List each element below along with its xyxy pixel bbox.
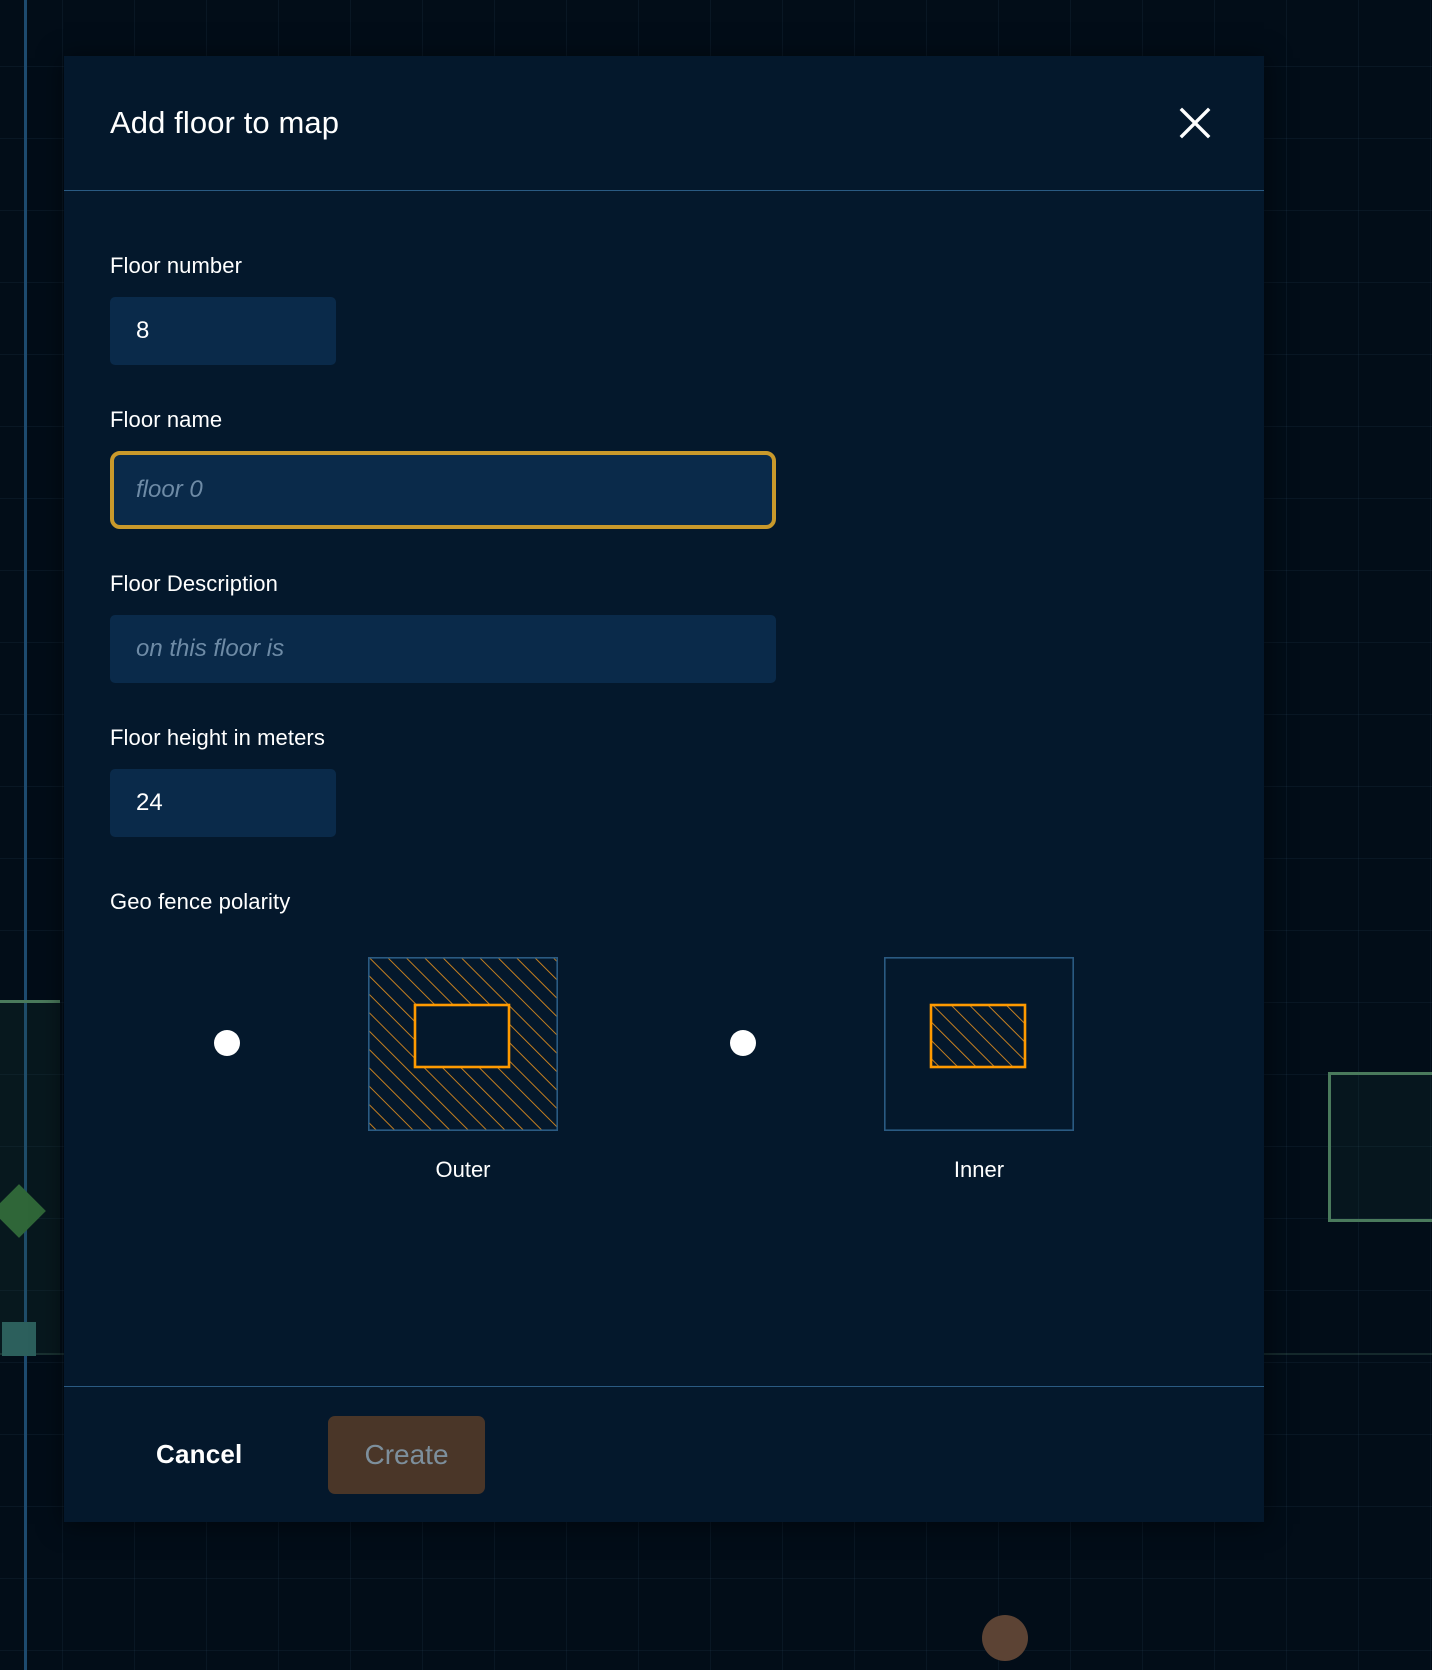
- create-button[interactable]: Create: [328, 1415, 485, 1494]
- floor-name-label: Floor name: [110, 407, 223, 432]
- map-circle-marker[interactable]: [982, 1615, 1028, 1661]
- geo-option-outer[interactable]: Outer: [214, 957, 558, 1183]
- close-icon[interactable]: [1172, 100, 1218, 146]
- dialog-title: Add floor to map: [110, 105, 340, 140]
- map-square-marker[interactable]: [2, 1322, 36, 1356]
- floor-height-input[interactable]: [110, 769, 336, 837]
- geo-caption-inner: Inner: [953, 1157, 1005, 1182]
- map-region-left: [0, 1000, 60, 1355]
- dialog-header: Add floor to map: [64, 56, 1264, 191]
- geo-diagram-inner-wrap: Inner: [884, 957, 1074, 1183]
- add-floor-dialog: Add floor to map Floor number Floor name…: [64, 56, 1264, 1522]
- geo-diagram-outer-wrap: Outer: [368, 957, 558, 1183]
- geo-fence-label: Geo fence polarity: [110, 889, 291, 914]
- geo-diagram-outer-icon: [368, 957, 558, 1131]
- map-vertical-line: [24, 0, 27, 1670]
- cancel-button[interactable]: Cancel: [110, 1425, 288, 1484]
- field-floor-description: Floor Description: [110, 571, 1218, 683]
- floor-description-label: Floor Description: [110, 571, 278, 596]
- geo-diagram-inner-icon: [884, 957, 1074, 1131]
- field-floor-name: Floor name: [110, 407, 1218, 529]
- geo-fence-section: Geo fence polarity Outer Inner: [110, 889, 1218, 1183]
- geo-fence-options: Outer Inner: [110, 957, 1218, 1183]
- radio-inner[interactable]: [730, 1030, 756, 1056]
- floor-height-label: Floor height in meters: [110, 725, 325, 750]
- field-floor-height: Floor height in meters: [110, 725, 1218, 837]
- geo-option-inner[interactable]: Inner: [730, 957, 1074, 1183]
- field-floor-number: Floor number: [110, 253, 1218, 365]
- map-region-right: [1328, 1072, 1432, 1222]
- floor-number-label: Floor number: [110, 253, 243, 278]
- floor-name-input[interactable]: [110, 451, 776, 529]
- dialog-footer: Cancel Create: [64, 1386, 1264, 1522]
- radio-outer[interactable]: [214, 1030, 240, 1056]
- floor-description-input[interactable]: [110, 615, 776, 683]
- floor-number-input[interactable]: [110, 297, 336, 365]
- dialog-body: Floor number Floor name Floor Descriptio…: [64, 191, 1264, 1386]
- geo-caption-outer: Outer: [435, 1157, 491, 1182]
